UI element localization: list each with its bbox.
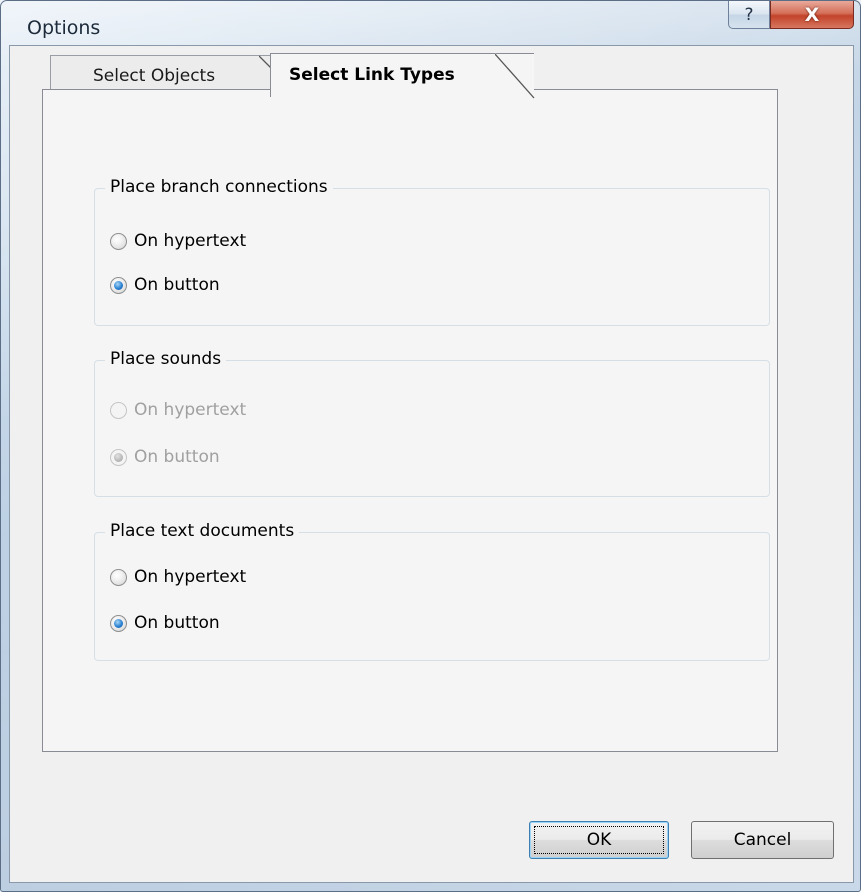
tab-select-link-types[interactable]: Select Link Types — [270, 53, 535, 99]
help-icon: ? — [744, 4, 754, 25]
radio-sounds-on-hypertext: On hypertext — [110, 398, 246, 422]
radio-sounds-on-button: On button — [110, 445, 220, 469]
close-button[interactable]: X — [770, 1, 854, 29]
focus-rect — [534, 826, 664, 854]
group-branch-connections: Place branch connections On hypertext On… — [94, 177, 770, 326]
group-legend: Place sounds — [105, 349, 227, 369]
radio-circle — [110, 448, 127, 466]
radio-label: On button — [134, 275, 220, 295]
caption-buttons: ? X — [728, 1, 854, 31]
radio-circle — [110, 276, 127, 294]
radio-label: On hypertext — [134, 400, 247, 420]
group-legend: Place branch connections — [105, 177, 333, 197]
radio-textdocs-on-button[interactable]: On button — [110, 611, 220, 635]
radio-label: On hypertext — [134, 567, 247, 587]
radio-textdocs-on-hypertext[interactable]: On hypertext — [110, 565, 246, 589]
group-text-documents: Place text documents On hypertext On but… — [94, 521, 770, 661]
options-dialog: Options ? X Select Objects Select Link T… — [0, 0, 861, 892]
radio-branch-on-button[interactable]: On button — [110, 273, 220, 297]
radio-circle — [110, 568, 127, 586]
tab-label: Select Link Types — [289, 65, 455, 85]
window-title: Options — [27, 17, 101, 39]
radio-label: On button — [134, 447, 220, 467]
cancel-button[interactable]: Cancel — [691, 821, 834, 859]
cancel-label: Cancel — [733, 830, 792, 850]
group-place-sounds: Place sounds On hypertext On button — [94, 349, 770, 497]
tab-edge — [495, 53, 535, 99]
radio-circle — [110, 232, 127, 250]
radio-circle — [110, 401, 127, 419]
radio-label: On button — [134, 613, 220, 633]
radio-branch-on-hypertext[interactable]: On hypertext — [110, 229, 246, 253]
group-legend: Place text documents — [105, 521, 300, 541]
radio-label: On hypertext — [134, 231, 247, 251]
radio-circle — [110, 614, 127, 632]
tab-label: Select Objects — [93, 66, 216, 86]
ok-button[interactable]: OK — [529, 821, 669, 859]
close-icon: X — [804, 3, 820, 26]
help-button[interactable]: ? — [728, 1, 770, 29]
